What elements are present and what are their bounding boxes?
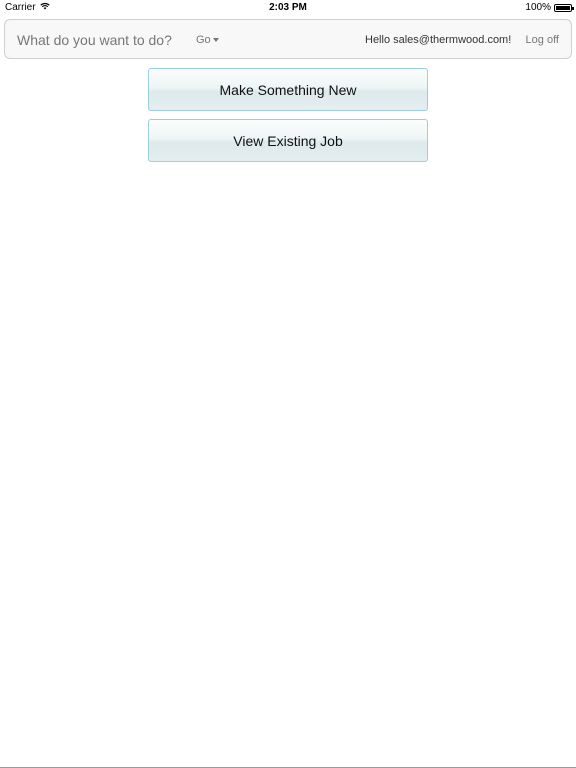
battery-tip <box>572 6 574 10</box>
battery-icon <box>554 3 574 12</box>
caret-down-icon <box>212 38 219 42</box>
status-bar: Carrier 2:03 PM 100% <box>0 0 576 16</box>
status-right: 100% <box>525 2 574 13</box>
user-greeting: Hello sales@thermwood.com! <box>365 34 512 46</box>
make-something-new-button[interactable]: Make Something New <box>148 68 428 111</box>
page-title[interactable]: What do you want to do? <box>17 32 172 48</box>
navbar: What do you want to do? Go Hello sales@t… <box>4 19 572 59</box>
make-something-new-label: Make Something New <box>219 81 357 98</box>
view-existing-job-label: View Existing Job <box>233 132 343 149</box>
go-menu-label: Go <box>196 34 211 46</box>
battery-percent: 100% <box>525 2 551 13</box>
view-existing-job-button[interactable]: View Existing Job <box>148 119 428 162</box>
battery-fill <box>556 5 570 10</box>
go-menu-dropdown[interactable]: Go <box>196 34 219 46</box>
status-time: 2:03 PM <box>269 2 307 13</box>
logoff-link[interactable]: Log off <box>526 34 559 46</box>
